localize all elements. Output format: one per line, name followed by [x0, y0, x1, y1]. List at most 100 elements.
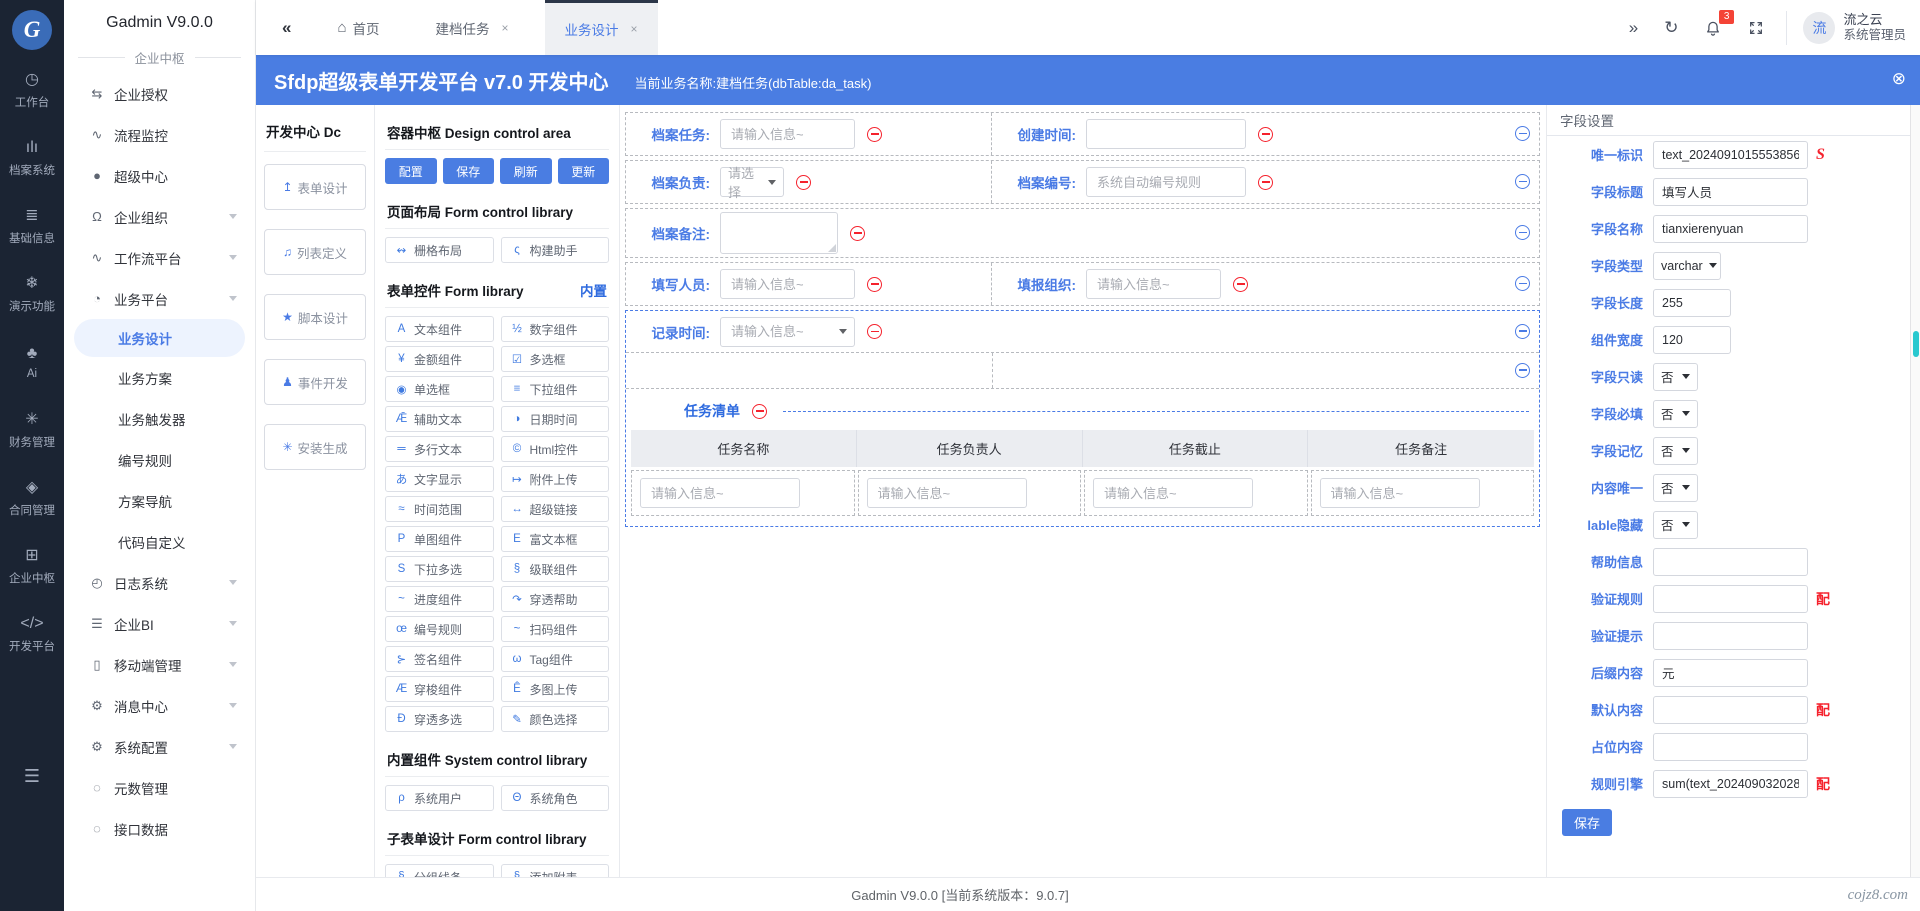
devcenter-button-安装生成[interactable]: ✳ 安装生成 — [264, 424, 366, 470]
remove-field-icon[interactable] — [867, 126, 882, 142]
form-control-级联组件[interactable]: § 级联组件 — [500, 556, 609, 582]
sidebar-item-企业BI[interactable]: ☰ 企业BI — [64, 603, 255, 644]
form-control-Html控件[interactable]: © Html控件 — [500, 436, 609, 462]
rail-item-开发平台[interactable]: </> 开发平台 — [9, 608, 55, 660]
empty-grid-cell[interactable] — [626, 353, 1539, 389]
menu-expand-icon[interactable]: » — [1629, 18, 1638, 38]
sidebar-item-元数管理[interactable]: ◌ 元数管理 — [64, 767, 255, 808]
form-control-金额组件[interactable]: ¥ 金额组件 — [385, 346, 494, 372]
sidebar-item-移动端管理[interactable]: ▯ 移动端管理 — [64, 644, 255, 685]
tab-首页[interactable]: ⌂ 首页 — [317, 0, 399, 55]
remove-field-icon[interactable] — [867, 276, 882, 292]
configure-link[interactable]: 配 — [1816, 700, 1830, 720]
layout-control-栅格布局[interactable]: ↭ 栅格布局 — [385, 237, 494, 263]
remove-row-icon[interactable] — [1515, 174, 1530, 189]
user-avatar[interactable]: 流 — [1803, 11, 1836, 44]
form-control-穿透多选[interactable]: Đ 穿透多选 — [385, 706, 494, 732]
remove-row-icon[interactable] — [1515, 362, 1530, 378]
field-input[interactable] — [1086, 119, 1246, 149]
tab-业务设计[interactable]: 业务设计 × — [544, 0, 658, 55]
fullscreen-icon[interactable] — [1748, 20, 1764, 36]
subtable-cell-input[interactable] — [1319, 478, 1480, 508]
remove-subtable-icon[interactable] — [752, 403, 767, 419]
subtable-cell-input[interactable] — [640, 478, 800, 508]
devcenter-button-表单设计[interactable]: ↥ 表单设计 — [264, 164, 366, 210]
settings-input-占位内容[interactable] — [1653, 732, 1808, 761]
tab-close-icon[interactable]: × — [631, 22, 638, 36]
settings-select-字段类型[interactable]: varchar — [1653, 251, 1721, 280]
menu-collapse-icon[interactable]: « — [256, 18, 317, 38]
subtable-cell-input[interactable] — [866, 478, 1027, 508]
settings-select-字段只读[interactable]: 否 — [1653, 362, 1698, 391]
form-control-多图上传[interactable]: Ê 多图上传 — [500, 676, 609, 702]
settings-input-验证规则[interactable] — [1653, 584, 1808, 613]
action-button-更新[interactable]: 更新 — [557, 158, 609, 184]
canvas-row-selected[interactable]: 记录时间: — [626, 311, 1539, 353]
devcenter-button-事件开发[interactable]: ♟ 事件开发 — [264, 359, 366, 405]
form-control-文本组件[interactable]: A 文本组件 — [385, 316, 494, 342]
form-control-单图组件[interactable]: P 单图组件 — [385, 526, 494, 552]
tab-建档任务[interactable]: 建档任务 × — [416, 0, 529, 55]
page-scrollbar-thumb[interactable] — [1913, 331, 1919, 357]
settings-input-字段名称[interactable] — [1653, 214, 1808, 243]
action-button-保存[interactable]: 保存 — [442, 158, 494, 184]
canvas-cell-档案编号[interactable]: 档案编号: — [992, 161, 1539, 203]
action-button-配置[interactable]: 配置 — [385, 158, 437, 184]
sidebar-item-业务平台[interactable]: ◔ 业务平台 — [64, 278, 255, 319]
remove-field-icon[interactable] — [850, 225, 865, 241]
subtable-cell[interactable] — [631, 470, 855, 516]
remove-field-icon[interactable] — [1233, 276, 1248, 292]
refresh-icon[interactable]: ↻ — [1664, 18, 1678, 38]
notification-bell-icon[interactable]: 3 — [1704, 9, 1735, 37]
remove-row-icon[interactable] — [1515, 126, 1530, 141]
form-control-进度组件[interactable]: ~ 进度组件 — [385, 586, 494, 612]
settings-input-规则引擎[interactable] — [1653, 769, 1808, 798]
settings-input-唯一标识[interactable] — [1653, 140, 1808, 169]
form-control-日期时间[interactable]: ◑ 日期时间 — [500, 406, 609, 432]
sidebar-item-企业组织[interactable]: Ω 企业组织 — [64, 196, 255, 237]
field-textarea[interactable] — [720, 212, 838, 254]
form-control-颜色选择[interactable]: ✎ 颜色选择 — [500, 706, 609, 732]
subform-control-分组线条[interactable]: §分组线条 — [385, 864, 494, 877]
form-control-下拉多选[interactable]: S 下拉多选 — [385, 556, 494, 582]
form-control-签名组件[interactable]: ⊱ 签名组件 — [385, 646, 494, 672]
rail-item-基础信息[interactable]: ≣ 基础信息 — [9, 200, 55, 252]
layout-control-构建助手[interactable]: ς 构建助手 — [500, 237, 609, 263]
form-control-富文本框[interactable]: E 富文本框 — [500, 526, 609, 552]
sidebar-item-接口数据[interactable]: ◌ 接口数据 — [64, 808, 255, 849]
save-button[interactable]: 保存 — [1562, 809, 1612, 836]
settings-input-默认内容[interactable] — [1653, 695, 1808, 724]
rail-item-Ai[interactable]: ♣ Ai — [9, 336, 55, 388]
form-control-单选框[interactable]: ◉ 单选框 — [385, 376, 494, 402]
rail-item-工作台[interactable]: ◷ 工作台 — [9, 64, 55, 116]
canvas-cell-创建时间[interactable]: 创建时间: — [992, 113, 1539, 155]
configure-link[interactable]: 配 — [1816, 774, 1830, 794]
canvas-row[interactable]: 档案负责: 请选择 档案编号: — [625, 160, 1540, 204]
form-control-附件上传[interactable]: ↦ 附件上传 — [500, 466, 609, 492]
form-control-编号规则[interactable]: œ 编号规则 — [385, 616, 494, 642]
rail-item-演示功能[interactable]: ❄ 演示功能 — [9, 268, 55, 320]
system-control-系统用户[interactable]: ρ 系统用户 — [385, 785, 494, 811]
subtable-cell[interactable] — [1084, 470, 1308, 516]
page-scrollbar[interactable] — [1910, 105, 1920, 877]
canvas-row[interactable]: 档案任务: 创建时间: — [625, 112, 1540, 156]
canvas-cell-档案任务[interactable]: 档案任务: — [626, 113, 992, 155]
devcenter-button-列表定义[interactable]: ♫ 列表定义 — [264, 229, 366, 275]
user-info[interactable]: 流之云 系统管理员 — [1843, 12, 1906, 44]
settings-input-后缀内容[interactable] — [1653, 658, 1808, 687]
sidebar-item-日志系统[interactable]: ◴ 日志系统 — [64, 562, 255, 603]
form-control-超级链接[interactable]: ↔ 超级链接 — [500, 496, 609, 522]
sidebar-item-流程监控[interactable]: ∿ 流程监控 — [64, 114, 255, 155]
settings-input-帮助信息[interactable] — [1653, 547, 1808, 576]
sidebar-item-业务设计[interactable]: 业务设计 — [74, 319, 245, 357]
settings-input-组件宽度[interactable] — [1653, 325, 1731, 354]
devcenter-button-脚本设计[interactable]: ★ 脚本设计 — [264, 294, 366, 340]
remove-row-icon[interactable] — [1515, 225, 1530, 240]
subtable-cell[interactable] — [857, 470, 1081, 516]
settings-select-lable隐藏[interactable]: 否 — [1653, 510, 1698, 539]
field-input[interactable] — [1086, 167, 1246, 197]
action-button-刷新[interactable]: 刷新 — [500, 158, 552, 184]
field-input[interactable] — [720, 269, 855, 299]
form-control-数字组件[interactable]: ½ 数字组件 — [500, 316, 609, 342]
subtable-cell[interactable] — [1310, 470, 1534, 516]
